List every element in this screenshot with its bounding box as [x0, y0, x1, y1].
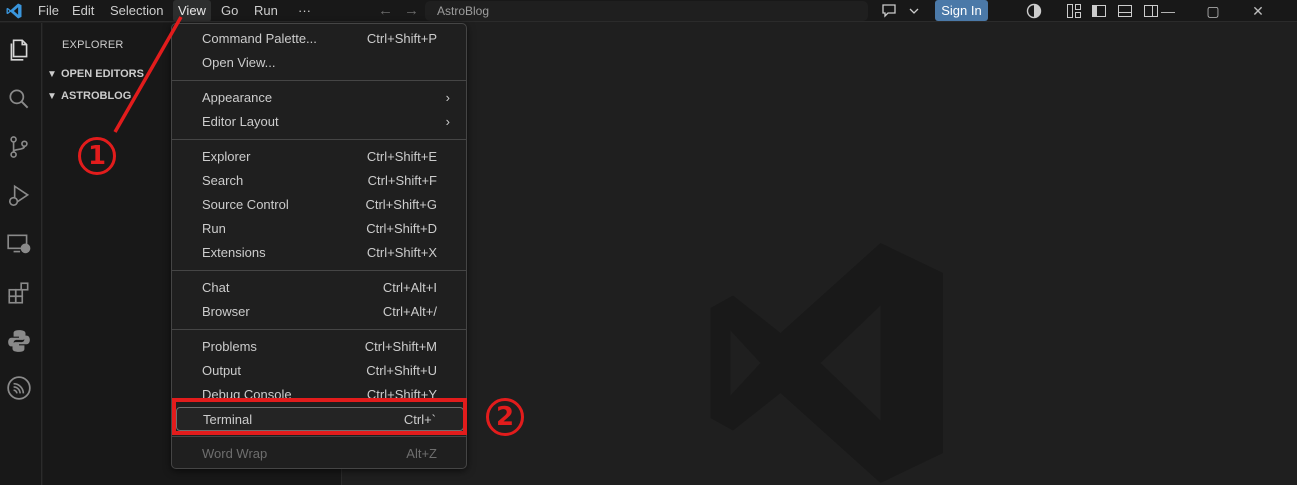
menu-item-run[interactable]: Run Ctrl+Shift+D — [176, 217, 464, 241]
menu-item-shortcut: Ctrl+Shift+M — [364, 339, 437, 354]
menu-item-browser[interactable]: Browser Ctrl+Alt+/ — [176, 300, 464, 324]
remote-explorer-icon[interactable] — [6, 231, 32, 257]
customize-layout-icon[interactable] — [1066, 3, 1082, 19]
accounts-icon[interactable] — [1026, 3, 1042, 19]
menu-item-extensions[interactable]: Extensions Ctrl+Shift+X — [176, 241, 464, 265]
menu-item-label: Run — [202, 221, 226, 236]
menu-item-output[interactable]: Output Ctrl+Shift+U — [176, 359, 464, 383]
command-center-search[interactable]: AstroBlog — [425, 1, 868, 21]
menu-item-label: Problems — [202, 339, 257, 354]
toggle-primary-sidebar-icon[interactable] — [1091, 3, 1107, 19]
chat-icon[interactable] — [880, 2, 922, 20]
menu-selection[interactable]: Selection — [105, 0, 168, 22]
menu-separator — [172, 270, 466, 271]
menu-separator — [172, 436, 466, 437]
section-open-editors[interactable]: ▼ OPEN EDITORS — [47, 63, 144, 85]
menu-go[interactable]: Go — [216, 0, 243, 22]
chevron-right-icon: › — [445, 114, 450, 129]
menu-item-shortcut: Ctrl+Shift+D — [366, 221, 437, 236]
source-control-icon[interactable] — [6, 134, 32, 160]
menu-item-explorer[interactable]: Explorer Ctrl+Shift+E — [176, 145, 464, 169]
menu-more[interactable]: ··· — [293, 0, 316, 22]
close-icon[interactable]: ✕ — [1235, 0, 1281, 22]
menu-separator — [172, 329, 466, 330]
menu-item-editor-layout[interactable]: Editor Layout › — [176, 110, 464, 134]
title-bar: File Edit Selection View Go Run ··· ← → AstroB… — [0, 0, 1297, 22]
back-arrow-icon[interactable]: ← — [378, 0, 393, 22]
annotation-step-2: 2 — [486, 398, 524, 436]
menu-item-shortcut: Ctrl+Shift+E — [366, 149, 437, 164]
vscode-watermark-logo — [710, 243, 943, 483]
minimize-icon[interactable]: — — [1145, 0, 1191, 22]
menu-separator — [172, 139, 466, 140]
section-label: OPEN EDITORS — [61, 68, 144, 80]
menu-item-label: Explorer — [202, 149, 251, 164]
chevron-down-icon: ▼ — [47, 69, 57, 80]
menu-item-label: Command Palette... — [202, 31, 317, 46]
menu-item-shortcut: Ctrl+Shift+P — [366, 31, 437, 46]
menu-item-label: Search — [202, 173, 244, 188]
menu-run[interactable]: Run — [249, 0, 283, 22]
menu-item-source-control[interactable]: Source Control Ctrl+Shift+G — [176, 193, 464, 217]
menu-file[interactable]: File — [33, 0, 64, 22]
explorer-icon[interactable] — [6, 37, 32, 63]
menu-item-appearance[interactable]: Appearance › — [176, 86, 464, 110]
maximize-icon[interactable]: ▢ — [1190, 0, 1236, 22]
menu-item-shortcut: Ctrl+Alt+I — [382, 280, 437, 295]
menu-item-problems[interactable]: Problems Ctrl+Shift+M — [176, 335, 464, 359]
extensions-icon[interactable] — [6, 280, 32, 306]
run-debug-icon[interactable] — [6, 183, 32, 209]
menu-item-label: Editor Layout — [202, 114, 279, 129]
python-icon[interactable] — [6, 328, 32, 354]
menu-item-command-palette[interactable]: Command Palette... Ctrl+Shift+P — [176, 27, 464, 51]
menu-item-shortcut: Ctrl+Alt+/ — [382, 304, 437, 319]
annotation-highlight-box — [172, 398, 467, 435]
sign-in-button[interactable]: Sign In — [935, 0, 988, 21]
activity-bar — [0, 23, 42, 485]
menu-item-label: Word Wrap — [202, 446, 268, 461]
menu-item-label: Browser — [202, 304, 250, 319]
toggle-panel-icon[interactable] — [1117, 3, 1133, 19]
menu-item-shortcut: Ctrl+Shift+X — [366, 245, 437, 260]
menu-item-search[interactable]: Search Ctrl+Shift+F — [176, 169, 464, 193]
workspace-name: AstroBlog — [437, 4, 490, 18]
menu-item-chat[interactable]: Chat Ctrl+Alt+I — [176, 276, 464, 300]
menu-item-label: Chat — [202, 280, 230, 295]
menu-item-shortcut: Ctrl+Shift+U — [366, 363, 437, 378]
chevron-right-icon: › — [445, 90, 450, 105]
menu-edit[interactable]: Edit — [67, 0, 99, 22]
menu-item-label: Appearance — [202, 90, 273, 105]
menu-item-word-wrap: Word Wrap Alt+Z — [176, 442, 464, 466]
menu-item-shortcut: Alt+Z — [406, 446, 437, 461]
menu-item-open-view[interactable]: Open View... — [176, 51, 464, 75]
menu-separator — [172, 80, 466, 81]
section-astroblog[interactable]: ▼ ASTROBLOG — [47, 85, 131, 107]
forward-arrow-icon[interactable]: → — [404, 0, 419, 22]
vscode-logo-icon — [6, 3, 22, 19]
espressif-icon[interactable] — [6, 375, 32, 401]
section-label: ASTROBLOG — [61, 90, 132, 102]
menu-item-shortcut: Ctrl+Shift+F — [367, 173, 437, 188]
annotation-step-1: 1 — [78, 137, 116, 175]
menu-view[interactable]: View — [173, 0, 211, 22]
chevron-down-icon: ▼ — [47, 91, 57, 102]
menu-item-label: Extensions — [202, 245, 266, 260]
search-icon[interactable] — [6, 86, 32, 112]
menu-item-label: Source Control — [202, 197, 289, 212]
menu-item-label: Output — [202, 363, 242, 378]
menu-item-shortcut: Ctrl+Shift+G — [365, 197, 437, 212]
menu-item-label: Open View... — [202, 55, 276, 70]
sidebar-title: EXPLORER — [62, 39, 124, 51]
